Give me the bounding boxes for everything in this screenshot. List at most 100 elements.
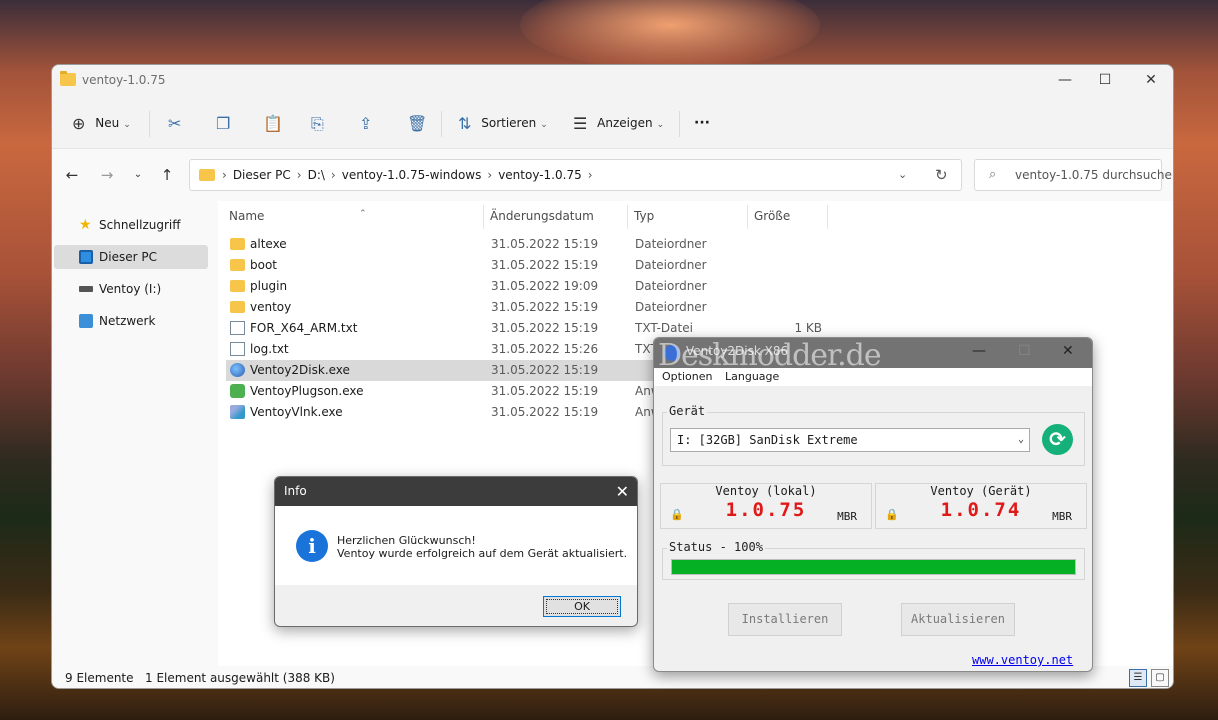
close-icon[interactable]: ✕ — [616, 477, 629, 506]
message-line: Ventoy wurde erfolgreich auf dem Gerät a… — [337, 547, 628, 560]
column-divider[interactable] — [627, 205, 628, 229]
device-version-label: Ventoy (Gerät) — [930, 484, 1032, 498]
file-type: Dateiordner — [635, 258, 707, 272]
file-date: 31.05.2022 15:19 — [491, 405, 599, 419]
list-view-icon: ☰ — [573, 113, 588, 133]
minimize-button[interactable]: — — [972, 343, 986, 359]
file-name: FOR_X64_ARM.txt — [250, 321, 358, 335]
new-label: Neu — [95, 116, 120, 130]
wallpaper-glow — [520, 0, 820, 70]
column-header-type[interactable]: Typ — [634, 209, 654, 223]
file-date: 31.05.2022 15:26 — [491, 342, 599, 356]
column-header-name[interactable]: ⌃ Name — [229, 209, 367, 223]
file-size: 1 KB — [794, 321, 822, 335]
breadcrumb-item[interactable]: Dieser PC — [233, 168, 291, 182]
trash-icon: 🗑 — [407, 113, 428, 133]
address-dropdown-icon[interactable]: ⌄ — [898, 168, 907, 181]
table-row[interactable]: altexe 31.05.2022 15:19 Dateiordner — [226, 234, 734, 255]
device-select[interactable]: I: [32GB] SanDisk Extreme ⌄ — [670, 428, 1030, 452]
sort-button[interactable]: ⇅ Sortieren ⌄ — [458, 109, 548, 137]
file-type: Dateiordner — [635, 279, 707, 293]
column-header-size[interactable]: Größe — [754, 209, 790, 223]
breadcrumb-item[interactable]: ventoy-1.0.75-windows — [342, 168, 482, 182]
command-bar: ⊕ Neu ⌄ ✂ ❐ 📋 ⎘ ⇪ 🗑 ⇅ Sortieren ⌄ ☰ Anzeig… — [52, 97, 1173, 149]
folder-icon — [230, 259, 245, 271]
separator — [149, 111, 150, 137]
column-divider[interactable] — [747, 205, 748, 229]
file-date: 31.05.2022 19:09 — [491, 279, 599, 293]
address-row: ← → ⌄ ↑ › Dieser PC › D:\ › ventoy-1.0.75-win… — [52, 149, 1173, 201]
search-placeholder: ventoy-1.0.75 durchsuchen — [1015, 168, 1174, 182]
breadcrumb-item[interactable]: ventoy-1.0.75 — [498, 168, 582, 182]
column-divider[interactable] — [483, 205, 484, 229]
star-icon: ★ — [79, 217, 92, 233]
address-bar[interactable]: › Dieser PC › D:\ › ventoy-1.0.75-windows › ven… — [189, 159, 962, 191]
share-button[interactable]: ⇪ — [359, 109, 372, 137]
file-type: Dateiordner — [635, 237, 707, 251]
rename-button[interactable]: ⎘ — [311, 109, 324, 137]
recent-locations-chevron-icon[interactable]: ⌄ — [129, 166, 147, 184]
table-row[interactable]: FOR_X64_ARM.txt 31.05.2022 15:19 TXT-Dat… — [226, 318, 846, 339]
refresh-icon[interactable]: ⟳ — [1042, 424, 1073, 455]
breadcrumb-item[interactable]: D:\ — [308, 168, 325, 182]
cut-button[interactable]: ✂ — [168, 109, 181, 137]
table-row[interactable]: ventoy 31.05.2022 15:19 Dateiordner — [226, 297, 734, 318]
scissors-icon: ✂ — [168, 113, 182, 133]
maximize-button[interactable]: ☐ — [1018, 343, 1031, 359]
dialog-body: i Herzlichen Glückwunsch! Ventoy wurde e… — [275, 506, 637, 585]
minimize-button[interactable]: — — [1052, 69, 1078, 91]
sidebar-item-label: Netzwerk — [99, 314, 156, 328]
separator — [679, 111, 680, 137]
info-dialog: Info ✕ i Herzlichen Glückwunsch! Ventoy … — [274, 476, 638, 627]
plus-circle-icon: ⊕ — [72, 113, 86, 133]
tiles-view-icon[interactable]: ▢ — [1151, 669, 1169, 687]
folder-icon — [230, 238, 245, 250]
copy-icon: ❐ — [216, 113, 231, 133]
copy-button[interactable]: ❐ — [216, 109, 230, 137]
breadcrumb: › Dieser PC › D:\ › ventoy-1.0.75-windows › ven… — [222, 168, 593, 182]
sidebar-item-ventoy-drive[interactable]: Ventoy (I:) — [54, 277, 208, 301]
close-button[interactable]: ✕ — [1062, 343, 1074, 359]
item-count: 9 Elemente — [65, 671, 134, 685]
refresh-icon[interactable]: ↻ — [935, 166, 948, 184]
sidebar-item-label: Dieser PC — [99, 250, 157, 264]
vlnk-app-icon — [230, 405, 245, 419]
view-button[interactable]: ☰ Anzeigen ⌄ — [573, 109, 664, 137]
column-divider[interactable] — [827, 205, 828, 229]
ok-button[interactable]: OK — [543, 596, 621, 617]
more-options-button[interactable]: ··· — [694, 109, 710, 137]
install-button[interactable]: Installieren — [728, 603, 842, 636]
table-row[interactable]: plugin 31.05.2022 19:09 Dateiordner — [226, 276, 734, 297]
up-arrow-icon[interactable]: ↑ — [158, 166, 176, 184]
update-button[interactable]: Aktualisieren — [901, 603, 1015, 636]
paste-button[interactable]: 📋 — [263, 109, 283, 137]
folder-icon — [199, 169, 215, 181]
maximize-button[interactable]: ☐ — [1092, 69, 1118, 91]
menu-item-language[interactable]: Language — [725, 368, 779, 386]
sidebar-item-this-pc[interactable]: Dieser PC — [54, 245, 208, 269]
sidebar-item-label: Ventoy (I:) — [99, 282, 162, 296]
sidebar-item-network[interactable]: Netzwerk — [54, 309, 208, 333]
details-view-icon[interactable]: ☰ — [1129, 669, 1147, 687]
back-arrow-icon[interactable]: ← — [63, 166, 81, 184]
ventoy-website-link[interactable]: www.ventoy.net — [972, 653, 1073, 667]
menu-item-options[interactable]: Optionen — [662, 368, 712, 386]
separator — [441, 111, 442, 137]
device-version-box: Ventoy (Gerät) 🔒 1.0.74 MBR — [875, 483, 1087, 529]
folder-icon — [230, 280, 245, 292]
message-line: Herzlichen Glückwunsch! — [337, 534, 476, 547]
close-button[interactable]: ✕ — [1138, 69, 1164, 91]
sort-label: Sortieren — [481, 116, 537, 130]
dialog-message: Herzlichen Glückwunsch! Ventoy wurde erf… — [337, 534, 627, 560]
column-header-date[interactable]: Änderungsdatum — [490, 209, 594, 223]
table-row[interactable]: boot 31.05.2022 15:19 Dateiordner — [226, 255, 734, 276]
sidebar-item-quick-access[interactable]: ★ Schnellzugriff — [54, 213, 208, 237]
new-button[interactable]: ⊕ Neu ⌄ — [72, 109, 131, 137]
forward-arrow-icon[interactable]: → — [98, 166, 116, 184]
menu-bar: Optionen Language — [654, 368, 1092, 386]
search-box[interactable]: ⌕ ventoy-1.0.75 durchsuchen — [974, 159, 1173, 191]
selection-info: 1 Element ausgewählt (388 KB) — [145, 671, 335, 685]
delete-button[interactable]: 🗑 — [407, 109, 427, 137]
file-name: plugin — [250, 279, 288, 293]
sort-ascending-icon: ⌃ — [359, 209, 367, 219]
